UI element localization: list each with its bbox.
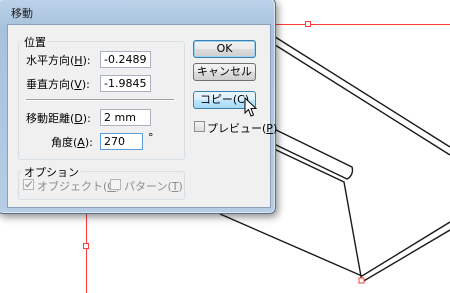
dialog-title: 移動 <box>11 7 33 20</box>
checkmark-icon <box>25 181 33 188</box>
vertical-label: 垂直方向(V): <box>26 78 90 91</box>
distance-input[interactable] <box>100 109 151 126</box>
angle-unit: ° <box>148 131 154 144</box>
horizontal-label: 水平方向(H): <box>26 54 91 67</box>
anchor-point[interactable] <box>358 277 365 284</box>
dialog-titlebar[interactable]: 移動 <box>4 4 267 20</box>
cancel-button[interactable]: キャンセル <box>193 63 256 81</box>
preview-checkbox[interactable] <box>194 121 205 132</box>
horizontal-input[interactable] <box>100 51 151 68</box>
angle-label: 角度(A): <box>51 136 93 149</box>
objects-label: オブジェクト(O) <box>37 180 120 193</box>
dialog-client-area: 位置 水平方向(H): 垂直方向(V): 移動距離(D): 角度(A): ° オ… <box>7 24 277 208</box>
move-dialog: 移動 位置 水平方向(H): 垂直方向(V): 移動距離(D): 角度(A): … <box>0 0 277 214</box>
ok-button[interactable]: OK <box>193 40 256 58</box>
position-group-label: 位置 <box>22 34 48 50</box>
preview-label: プレビュー(P) <box>207 122 278 135</box>
distance-label: 移動距離(D): <box>26 112 91 125</box>
patterns-label: パターン(T) <box>124 180 183 193</box>
vertical-input[interactable] <box>100 75 151 92</box>
position-separator <box>26 99 174 101</box>
patterns-checkbox[interactable] <box>110 179 121 190</box>
mouse-cursor-icon <box>244 97 258 117</box>
angle-input[interactable] <box>100 133 143 150</box>
objects-checkbox[interactable] <box>23 179 34 190</box>
